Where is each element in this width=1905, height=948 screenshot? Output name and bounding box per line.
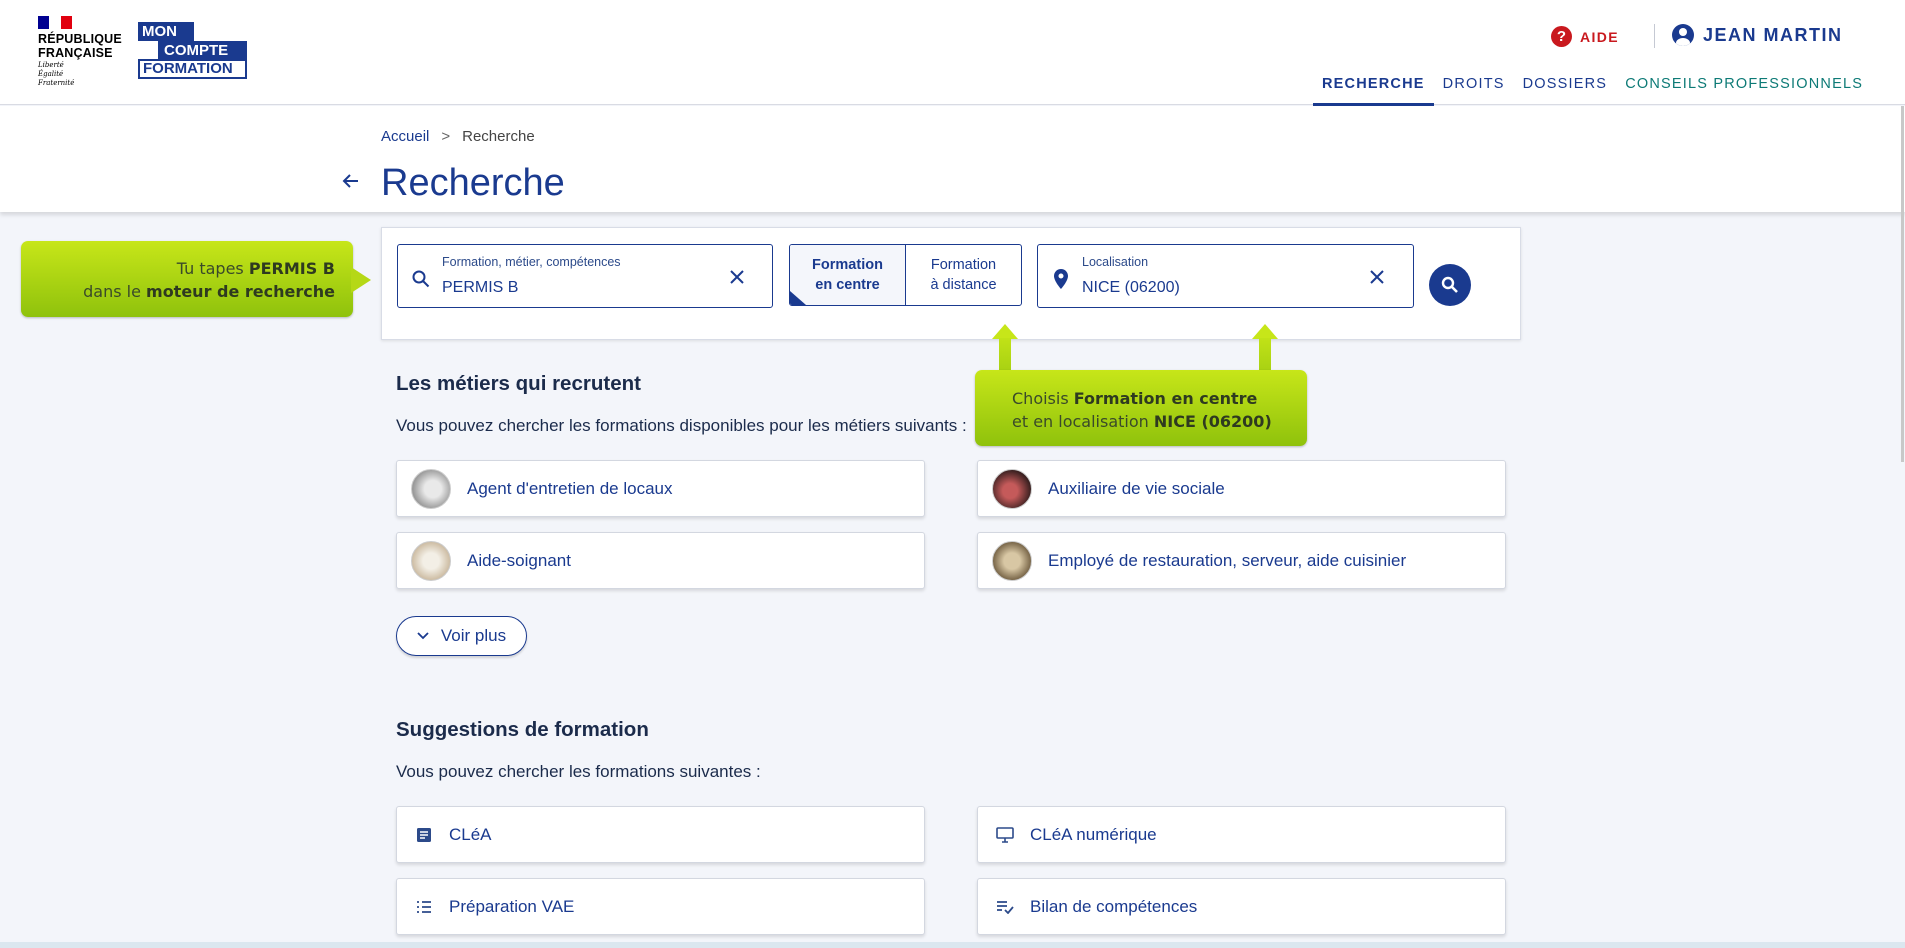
callout-mode-line2-text: et en localisation (1012, 412, 1154, 431)
suggestion-card-label: CLéA numérique (1030, 824, 1157, 844)
republic-name-line1: RÉPUBLIQUE (38, 32, 122, 46)
instruction-callout-search: Tu tapes PERMIS B dans le moteur de rech… (21, 241, 371, 317)
help-link[interactable]: ? AIDE (1551, 26, 1619, 47)
arrow-up-icon (992, 324, 1018, 370)
callout-search-line2-text: dans le (83, 282, 147, 301)
suggestion-card[interactable]: CLéA (396, 806, 925, 863)
suggestion-card[interactable]: Préparation VAE (396, 878, 925, 935)
query-input[interactable]: PERMIS B (442, 279, 518, 297)
search-button-icon (1441, 276, 1458, 293)
page-title-bar: Accueil > Recherche Recherche (0, 106, 1905, 212)
suggestion-card[interactable]: CLéA numérique (977, 806, 1506, 863)
location-field[interactable]: Localisation NICE (06200) (1037, 244, 1414, 308)
republic-motto-egalite: Égalité (38, 70, 64, 78)
callout-search-line1-bold: PERMIS B (248, 259, 335, 278)
republic-motto-liberte: Liberté (38, 61, 64, 69)
back-arrow-icon[interactable] (341, 170, 361, 198)
job-card-label: Auxiliaire de vie sociale (1048, 478, 1225, 498)
main-navigation: RECHERCHE DROITS DOSSIERS CONSEILS PROFE… (1313, 66, 1872, 106)
user-account-button[interactable]: JEAN MARTIN (1672, 24, 1843, 46)
training-mode-toggle: Formation en centre Formation à distance (789, 244, 1022, 306)
nav-dossiers[interactable]: DOSSIERS (1514, 66, 1617, 106)
callout-mode-line1-text: Choisis (1012, 389, 1074, 408)
callout-mode-line2-bold: NICE (06200) (1153, 412, 1272, 431)
job-card-label: Aide-soignant (467, 550, 571, 570)
query-field-label: Formation, métier, compétences (442, 255, 621, 269)
nav-conseils-professionnels[interactable]: CONSEILS PROFESSIONNELS (1616, 66, 1872, 106)
job-photo-avatar (411, 540, 451, 581)
checklist-icon (996, 900, 1014, 914)
site-header: RÉPUBLIQUE FRANÇAISE Liberté Égalité Fra… (0, 0, 1905, 106)
suggestion-card-label: Bilan de compétences (1030, 896, 1198, 916)
suggestion-card-label: Préparation VAE (449, 896, 575, 916)
callout-search-line2-bold: moteur de recherche (146, 282, 335, 301)
job-card[interactable]: Employé de restauration, serveur, aide c… (977, 532, 1506, 589)
document-icon (415, 827, 433, 843)
help-icon: ? (1551, 26, 1572, 47)
bottom-edge-strip (0, 942, 1905, 948)
mon-compte-formation-logo[interactable]: MON COMPTE FORMATION (138, 22, 247, 79)
instruction-callout-mode-location: Choisis Formation en centre et en locali… (975, 370, 1307, 446)
search-submit-button[interactable] (1429, 264, 1471, 306)
header-divider (1654, 24, 1655, 48)
breadcrumb-chevron-icon: > (441, 128, 451, 145)
brand-logo-line1: MON (138, 22, 194, 41)
job-card-label: Employé de restauration, serveur, aide c… (1048, 550, 1407, 570)
job-photo-avatar (992, 468, 1032, 509)
toggle-label-part: Formation en centre (812, 257, 883, 293)
location-field-label: Localisation (1082, 255, 1149, 269)
callout-pointer-right-icon (351, 267, 371, 293)
suggestion-card[interactable]: Bilan de compétences (977, 878, 1506, 935)
search-icon (412, 270, 430, 293)
jobs-section-subtitle: Vous pouvez chercher les formations disp… (396, 416, 967, 435)
nav-droits[interactable]: DROITS (1434, 66, 1514, 106)
breadcrumb: Accueil > Recherche (381, 128, 535, 145)
job-card-label: Agent d'entretien de locaux (467, 478, 673, 498)
location-pin-icon (1054, 269, 1068, 294)
job-photo-avatar (992, 540, 1032, 581)
republique-francaise-logo[interactable]: RÉPUBLIQUE FRANÇAISE Liberté Égalité Fra… (38, 16, 123, 87)
jobs-section-title: Les métiers qui recrutent (396, 372, 641, 395)
mode-option-a-distance[interactable]: Formation à distance (906, 245, 1021, 305)
list-icon (415, 900, 433, 914)
suggestions-section-subtitle: Vous pouvez chercher les formations suiv… (396, 762, 761, 781)
suggestions-section-title: Suggestions de formation (396, 718, 649, 741)
user-avatar-icon (1672, 24, 1694, 46)
page-title: Recherche (381, 162, 565, 204)
nav-recherche[interactable]: RECHERCHE (1313, 66, 1434, 106)
query-field[interactable]: Formation, métier, compétences PERMIS B (397, 244, 773, 308)
job-card[interactable]: Aide-soignant (396, 532, 925, 589)
see-more-button[interactable]: Voir plus (396, 616, 527, 656)
page-scrollbar[interactable] (1895, 106, 1905, 462)
republic-motto-fraternite: Fraternité (38, 79, 75, 87)
mode-option-en-centre[interactable]: Formation en centre (790, 245, 906, 305)
help-label: AIDE (1580, 28, 1620, 45)
toggle-label-part: Formation à distance (930, 257, 997, 293)
callout-mode-line1-bold: Formation en centre (1073, 389, 1258, 408)
breadcrumb-home-link[interactable]: Accueil (381, 128, 429, 145)
clear-location-icon[interactable] (1370, 267, 1384, 290)
suggestion-card-label: CLéA (449, 824, 492, 844)
breadcrumb-current: Recherche (462, 128, 535, 145)
clear-query-icon[interactable] (730, 267, 744, 290)
brand-logo-line3: FORMATION (138, 59, 247, 79)
callout-search-line1-text: Tu tapes (176, 259, 249, 278)
arrow-up-icon (1252, 324, 1278, 370)
job-card[interactable]: Auxiliaire de vie sociale (977, 460, 1506, 517)
republic-name-line2: FRANÇAISE (38, 46, 113, 60)
job-photo-avatar (411, 468, 451, 509)
see-more-label: Voir plus (440, 626, 507, 645)
french-flag-icon (38, 16, 72, 29)
job-card[interactable]: Agent d'entretien de locaux (396, 460, 925, 517)
search-card: Formation, métier, compétences PERMIS B … (381, 227, 1521, 340)
location-input[interactable]: NICE (06200) (1082, 279, 1180, 297)
brand-logo-line2: COMPTE (158, 41, 247, 60)
chevron-down-icon (417, 632, 429, 640)
monitor-icon (996, 826, 1014, 843)
user-name: JEAN MARTIN (1703, 24, 1843, 45)
